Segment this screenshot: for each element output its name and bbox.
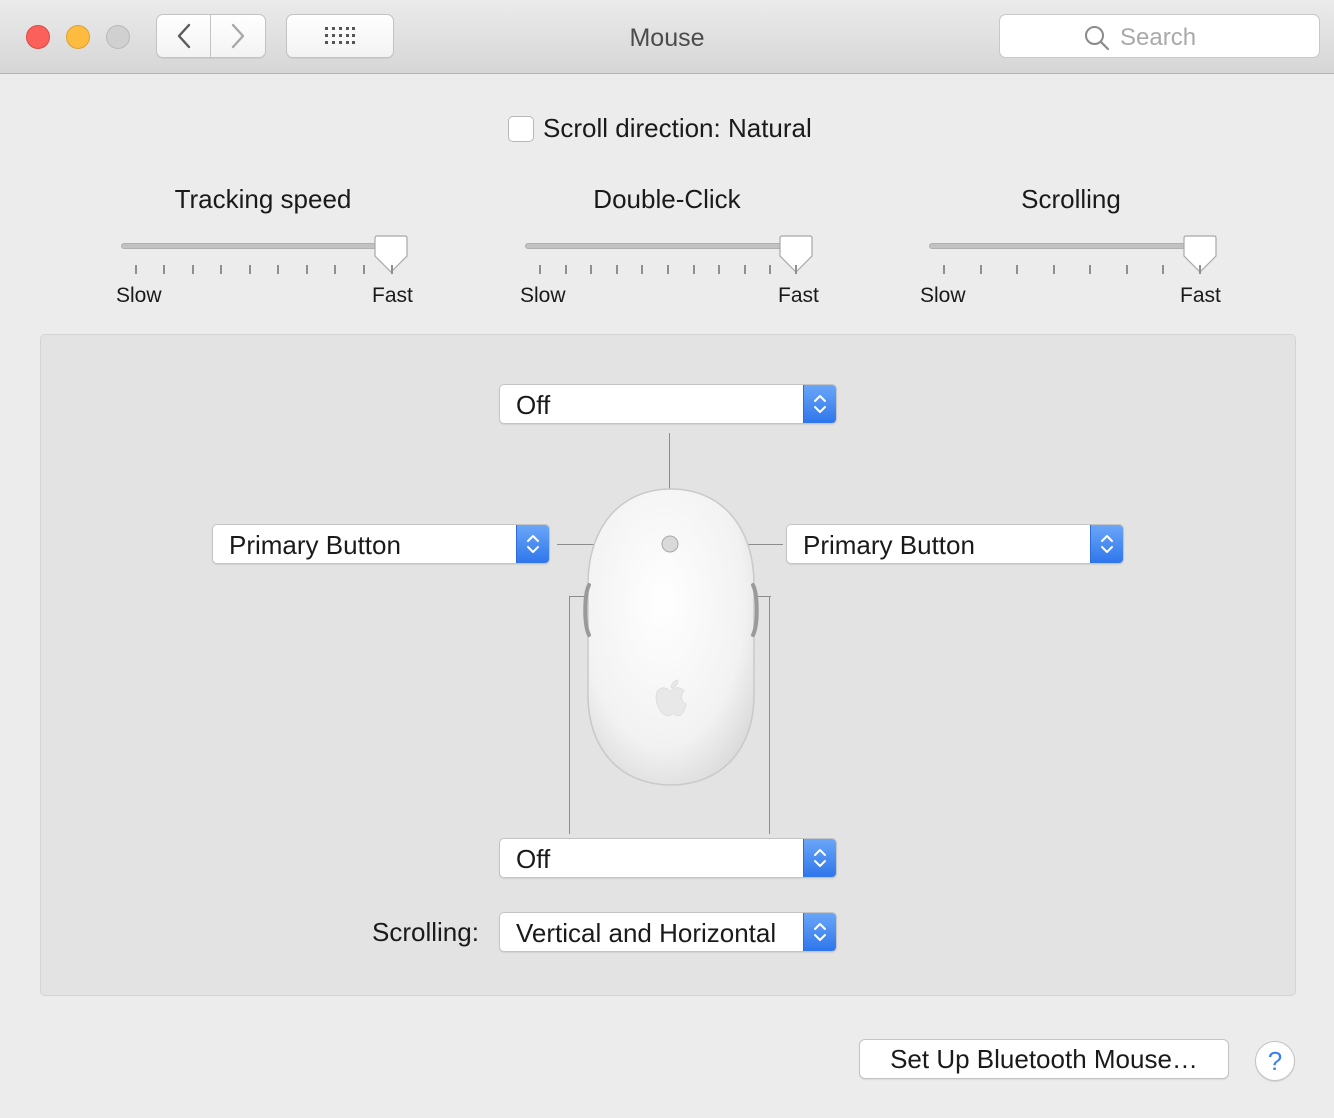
tracking-speed-fast: Fast bbox=[372, 284, 413, 307]
scrolling-mode-label: Scrolling: bbox=[372, 917, 479, 947]
search-placeholder: Search bbox=[1120, 24, 1197, 51]
scrolling-mode-value: Vertical and Horizontal bbox=[516, 918, 777, 948]
title-bar: Mouse Search bbox=[0, 0, 1334, 74]
right-side-connector-v bbox=[769, 596, 770, 834]
popup-stepper bbox=[516, 525, 549, 563]
scrolling-mode-popup[interactable]: Vertical and Horizontal bbox=[499, 912, 837, 952]
left-button-popup[interactable]: Primary Button bbox=[212, 524, 550, 564]
double-click-slow: Slow bbox=[520, 284, 566, 307]
slider-tick bbox=[615, 265, 618, 274]
slider-tick bbox=[1016, 265, 1019, 274]
mouse-image bbox=[583, 488, 759, 786]
slider-tick bbox=[191, 265, 194, 274]
chevron-up-down-icon bbox=[1101, 535, 1113, 553]
slider-tick bbox=[248, 265, 251, 274]
slider-tick bbox=[539, 265, 541, 274]
scrolling-speed-title: Scrolling bbox=[1021, 184, 1121, 214]
slider-tick bbox=[362, 265, 365, 274]
slider-tick bbox=[641, 265, 644, 274]
double-click-title: Double-Click bbox=[593, 184, 741, 214]
double-click-slider[interactable] bbox=[525, 243, 797, 249]
right-button-popup[interactable]: Primary Button bbox=[786, 524, 1124, 564]
scrolling-speed-fast: Fast bbox=[1180, 284, 1221, 307]
slider-tick bbox=[795, 265, 797, 274]
slider-tick bbox=[590, 265, 593, 274]
tracking-speed-slider[interactable] bbox=[121, 243, 393, 249]
slider-tick bbox=[1162, 265, 1165, 274]
slider-tick bbox=[1089, 265, 1092, 274]
slider-tick bbox=[220, 265, 223, 274]
right-button-value: Primary Button bbox=[803, 530, 975, 560]
slider-tick bbox=[391, 265, 393, 274]
tracking-speed-slow: Slow bbox=[116, 284, 162, 307]
popup-stepper bbox=[803, 385, 836, 423]
search-field[interactable]: Search bbox=[999, 14, 1320, 58]
scroll-direction-checkbox[interactable] bbox=[508, 116, 534, 142]
top-button-value: Off bbox=[516, 390, 551, 420]
chevron-up-down-icon bbox=[527, 535, 539, 553]
slider-tick bbox=[979, 265, 982, 274]
side-buttons-value: Off bbox=[516, 844, 551, 874]
slider-tick bbox=[1052, 265, 1055, 274]
popup-stepper bbox=[803, 913, 836, 951]
slider-tick bbox=[667, 265, 669, 274]
scrolling-speed-slider[interactable] bbox=[929, 243, 1201, 249]
scrolling-speed-slow: Slow bbox=[920, 284, 966, 307]
slider-tick bbox=[163, 265, 166, 274]
slider-tick bbox=[692, 265, 695, 274]
left-side-connector-v bbox=[569, 596, 570, 834]
top-button-popup[interactable]: Off bbox=[499, 384, 837, 424]
double-click-fast: Fast bbox=[778, 284, 819, 307]
chevron-up-down-icon bbox=[814, 395, 826, 413]
slider-tick bbox=[943, 265, 945, 274]
left-button-value: Primary Button bbox=[229, 530, 401, 560]
slider-tick bbox=[305, 265, 308, 274]
slider-tick bbox=[1125, 265, 1128, 274]
popup-stepper bbox=[1090, 525, 1123, 563]
slider-tick bbox=[277, 265, 280, 274]
popup-stepper bbox=[803, 839, 836, 877]
slider-tick bbox=[769, 265, 772, 274]
scroll-direction-label[interactable]: Scroll direction: Natural bbox=[543, 113, 812, 144]
chevron-up-down-icon bbox=[814, 849, 826, 867]
slider-tick bbox=[1199, 265, 1201, 274]
tracking-speed-title: Tracking speed bbox=[174, 184, 352, 214]
side-buttons-popup[interactable]: Off bbox=[499, 838, 837, 878]
chevron-up-down-icon bbox=[814, 923, 826, 941]
help-button[interactable]: ? bbox=[1255, 1041, 1295, 1081]
set-up-bluetooth-mouse-button[interactable]: Set Up Bluetooth Mouse… bbox=[859, 1039, 1229, 1079]
slider-tick bbox=[564, 265, 567, 274]
slider-tick bbox=[334, 265, 337, 274]
slider-tick bbox=[135, 265, 137, 274]
search-icon bbox=[1085, 26, 1110, 51]
slider-tick bbox=[743, 265, 746, 274]
slider-tick bbox=[718, 265, 721, 274]
